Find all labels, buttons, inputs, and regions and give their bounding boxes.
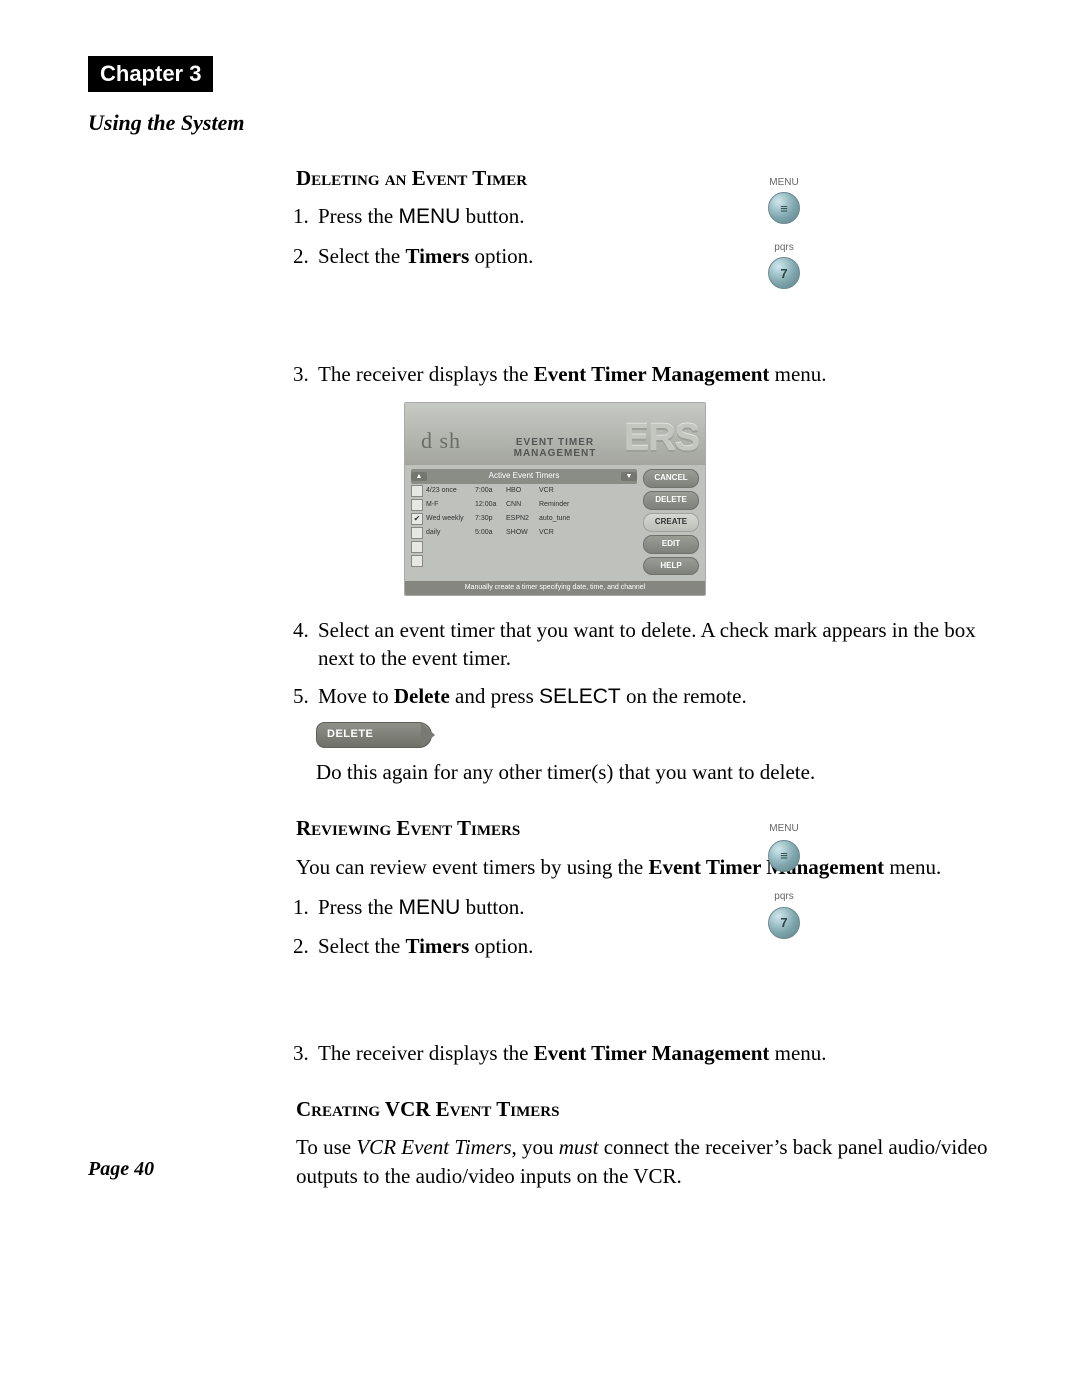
screenshot-banner: d sh ERS EVENT TIMER MANAGEMENT bbox=[405, 403, 705, 465]
step-3: The receiver displays the Event Timer Ma… bbox=[314, 360, 992, 388]
event-timer-screenshot: d sh ERS EVENT TIMER MANAGEMENT ▲ Active… bbox=[404, 402, 706, 595]
row-checkbox[interactable] bbox=[411, 541, 423, 553]
row-checkbox[interactable] bbox=[411, 527, 423, 539]
content-column: Deleting an Event Timer Press the MENU b… bbox=[296, 164, 992, 1190]
deleting-steps-cont: Select an event timer that you want to d… bbox=[314, 616, 992, 712]
menu-button-icon: ≡ bbox=[768, 840, 800, 872]
cancel-button[interactable]: CANCEL bbox=[643, 469, 699, 488]
table-header: ▲ Active Event Timers ▼ bbox=[411, 469, 637, 484]
step-3: The receiver displays the Event Timer Ma… bbox=[314, 1039, 992, 1067]
row-checkbox[interactable]: ✔ bbox=[411, 513, 423, 525]
section-heading-deleting: Deleting an Event Timer bbox=[296, 164, 992, 192]
scroll-up-icon[interactable]: ▲ bbox=[411, 472, 427, 481]
vcr-paragraph: To use VCR Event Timers, you must connec… bbox=[296, 1133, 992, 1190]
page-subtitle: Using the System bbox=[88, 110, 992, 136]
row-checkbox[interactable] bbox=[411, 499, 423, 511]
remote-icons-group: MENU ≡ pqrs 7 bbox=[768, 822, 800, 939]
section-heading-vcr: Creating VCR Event Timers bbox=[296, 1095, 992, 1123]
table-row[interactable]: ✔ Wed weekly 7:30p ESPN2 auto_tune bbox=[411, 512, 637, 526]
screenshot-title: EVENT TIMER MANAGEMENT bbox=[405, 437, 705, 459]
followup-text: Do this again for any other timer(s) tha… bbox=[316, 758, 992, 786]
step-1: Press the MENU button. bbox=[314, 202, 992, 231]
screenshot-footer: Manually create a timer specifying date,… bbox=[405, 581, 705, 594]
edit-button[interactable]: EDIT bbox=[643, 535, 699, 554]
step-2: Select the Timers option. bbox=[314, 242, 992, 270]
manual-page: Chapter 3 Using the System MENU ≡ pqrs 7… bbox=[0, 0, 1080, 1397]
screenshot-button-column: CANCEL DELETE CREATE EDIT HELP bbox=[643, 469, 699, 575]
step-2: Select the Timers option. bbox=[314, 932, 992, 960]
page-number: Page 40 bbox=[88, 1158, 154, 1181]
screenshot-body: ▲ Active Event Timers ▼ 4/23 once 7:00a … bbox=[405, 465, 705, 581]
table-row[interactable]: daily 5:00a SHOW VCR bbox=[411, 526, 637, 540]
table-row[interactable]: 4/23 once 7:00a HBO VCR bbox=[411, 484, 637, 498]
row-checkbox[interactable] bbox=[411, 555, 423, 567]
seven-button-icon: 7 bbox=[768, 907, 800, 939]
remote-icons-group: MENU ≡ pqrs 7 bbox=[768, 177, 800, 289]
step-4: Select an event timer that you want to d… bbox=[314, 616, 992, 673]
menu-label: MENU bbox=[769, 177, 798, 188]
step-5: Move to Delete and press SELECT on the r… bbox=[314, 682, 992, 711]
reviewing-steps: Press the MENU button. Select the Timers… bbox=[314, 893, 992, 1067]
chapter-tab: Chapter 3 bbox=[88, 56, 213, 92]
table-row[interactable] bbox=[411, 554, 637, 568]
pqrs-label: pqrs bbox=[774, 890, 793, 904]
table-row[interactable] bbox=[411, 540, 637, 554]
pqrs-label: pqrs bbox=[774, 242, 793, 253]
seven-button-icon: 7 bbox=[768, 257, 800, 289]
delete-pill-graphic: DELETE bbox=[316, 722, 432, 748]
menu-label: MENU bbox=[769, 822, 798, 836]
scroll-down-icon[interactable]: ▼ bbox=[621, 472, 637, 481]
row-checkbox[interactable] bbox=[411, 485, 423, 497]
section-heading-reviewing: Reviewing Event Timers bbox=[296, 814, 992, 842]
menu-button-icon: ≡ bbox=[768, 192, 800, 224]
reviewing-intro: You can review event timers by using the… bbox=[296, 853, 992, 881]
deleting-steps: Press the MENU button. Select the Timers… bbox=[314, 202, 992, 388]
active-timers-table: ▲ Active Event Timers ▼ 4/23 once 7:00a … bbox=[411, 469, 637, 575]
table-row[interactable]: M-F 12:00a CNN Reminder bbox=[411, 498, 637, 512]
step-1: Press the MENU button. bbox=[314, 893, 992, 922]
create-button[interactable]: CREATE bbox=[643, 513, 699, 532]
help-button[interactable]: HELP bbox=[643, 557, 699, 576]
delete-button[interactable]: DELETE bbox=[643, 491, 699, 510]
